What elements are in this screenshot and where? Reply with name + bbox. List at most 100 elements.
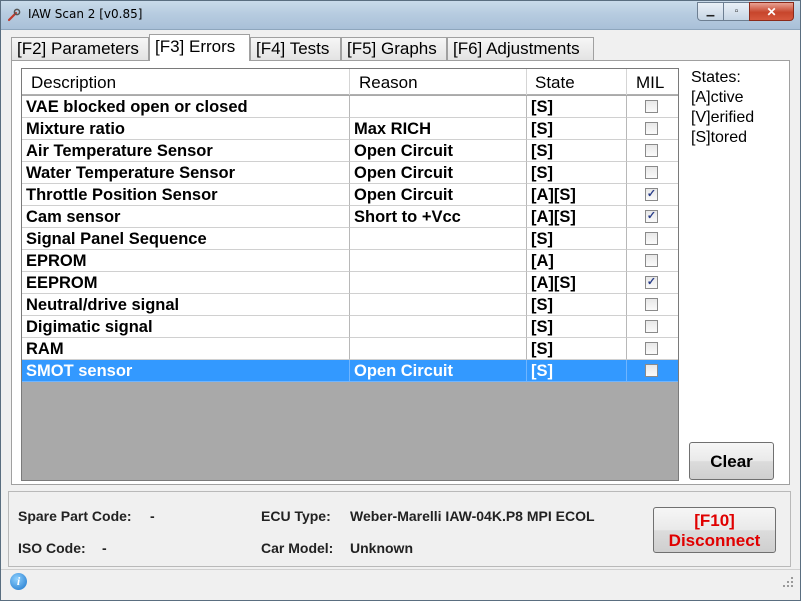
car-model-label: Car Model: — [261, 540, 334, 556]
cell-mil — [627, 118, 678, 140]
title-bar[interactable]: IAW Scan 2 [v0.85] ▁ ▫ ✕ — [1, 1, 800, 30]
status-bar: i — [1, 569, 800, 600]
cell-mil: ✓ — [627, 184, 678, 206]
mil-checkbox[interactable] — [645, 122, 658, 135]
disconnect-label: Disconnect — [668, 531, 761, 550]
table-row[interactable]: SMOT sensor Open Circuit [S] — [22, 360, 678, 382]
cell-description: Neutral/drive signal — [22, 294, 350, 316]
maximize-icon: ▫ — [734, 6, 739, 17]
cell-state: [A] — [527, 250, 627, 272]
iso-code-value: - — [102, 540, 107, 556]
iso-code-label: ISO Code: — [18, 540, 86, 556]
cell-reason: Open Circuit — [350, 162, 527, 184]
cell-mil: ✓ — [627, 206, 678, 228]
table-row[interactable]: Cam sensor Short to +Vcc [A][S] ✓ — [22, 206, 678, 228]
table-row[interactable]: Throttle Position Sensor Open Circuit [A][… — [22, 184, 678, 206]
info-icon[interactable]: i — [10, 573, 27, 590]
cell-reason: Open Circuit — [350, 140, 527, 162]
cell-mil — [627, 250, 678, 272]
cell-description: RAM — [22, 338, 350, 360]
table-row[interactable]: Signal Panel Sequence [S] — [22, 228, 678, 250]
cell-mil — [627, 294, 678, 316]
table-row[interactable]: VAE blocked open or closed [S] — [22, 96, 678, 118]
table-row[interactable]: Digimatic signal [S] — [22, 316, 678, 338]
cell-state: [S] — [527, 294, 627, 316]
mil-checkbox[interactable] — [645, 298, 658, 311]
app-wrench-icon — [7, 8, 21, 22]
column-header-description[interactable]: Description — [22, 69, 350, 95]
cell-description: Water Temperature Sensor — [22, 162, 350, 184]
cell-reason — [350, 228, 527, 250]
tab-graphs[interactable]: [F5] Graphs — [341, 37, 447, 60]
cell-reason: Open Circuit — [350, 184, 527, 206]
mil-checkbox[interactable] — [645, 166, 658, 179]
cell-mil: ✓ — [627, 272, 678, 294]
cell-description: Throttle Position Sensor — [22, 184, 350, 206]
mil-checkbox[interactable] — [645, 232, 658, 245]
mil-checkbox[interactable] — [645, 100, 658, 113]
check-icon: ✓ — [646, 210, 657, 222]
ecu-type-value: Weber-Marelli IAW-04K.P8 MPI ECOL — [350, 508, 595, 524]
column-header-state[interactable]: State — [527, 69, 627, 95]
table-row[interactable]: RAM [S] — [22, 338, 678, 360]
column-header-mil[interactable]: MIL — [627, 69, 678, 95]
cell-reason — [350, 96, 527, 118]
main-window: IAW Scan 2 [v0.85] ▁ ▫ ✕ [F2] Parameters… — [0, 0, 801, 601]
cell-mil — [627, 316, 678, 338]
cell-reason — [350, 338, 527, 360]
table-row[interactable]: Water Temperature Sensor Open Circuit [S] — [22, 162, 678, 184]
cell-description: Air Temperature Sensor — [22, 140, 350, 162]
tab-errors[interactable]: [F3] Errors — [149, 34, 250, 61]
close-icon: ✕ — [766, 4, 777, 19]
minimize-button[interactable]: ▁ — [697, 2, 723, 21]
cell-description: Mixture ratio — [22, 118, 350, 140]
table-row[interactable]: Mixture ratio Max RICH [S] — [22, 118, 678, 140]
ecu-info-panel: Spare Part Code: - ISO Code: - ECU Type:… — [8, 491, 791, 567]
legend-item-stored: [S]tored — [691, 129, 748, 146]
mil-checkbox[interactable] — [645, 254, 658, 267]
cell-mil — [627, 228, 678, 250]
cell-mil — [627, 96, 678, 118]
resize-grip-icon[interactable] — [782, 576, 794, 588]
mil-checkbox[interactable]: ✓ — [645, 188, 658, 201]
states-legend: States: [A]ctive [V]erified [S]tored — [691, 68, 754, 148]
mil-checkbox[interactable]: ✓ — [645, 276, 658, 289]
mil-checkbox[interactable] — [645, 144, 658, 157]
clear-button[interactable]: Clear — [689, 442, 774, 480]
table-row[interactable]: EPROM [A] — [22, 250, 678, 272]
cell-state: [S] — [527, 228, 627, 250]
mil-checkbox[interactable] — [645, 364, 658, 377]
legend-item-active: [A]ctive — [691, 89, 744, 106]
cell-reason — [350, 250, 527, 272]
cell-reason: Short to +Vcc — [350, 206, 527, 228]
car-model-value: Unknown — [350, 540, 413, 556]
table-row[interactable]: Air Temperature Sensor Open Circuit [S] — [22, 140, 678, 162]
maximize-button[interactable]: ▫ — [723, 2, 749, 21]
mil-checkbox[interactable] — [645, 320, 658, 333]
table-row[interactable]: EEPROM [A][S] ✓ — [22, 272, 678, 294]
cell-state: [S] — [527, 338, 627, 360]
cell-description: EPROM — [22, 250, 350, 272]
cell-state: [A][S] — [527, 184, 627, 206]
cell-mil — [627, 140, 678, 162]
cell-description: Digimatic signal — [22, 316, 350, 338]
cell-state: [S] — [527, 140, 627, 162]
mil-checkbox[interactable]: ✓ — [645, 210, 658, 223]
column-header-reason[interactable]: Reason — [350, 69, 527, 95]
tab-adjustments[interactable]: [F6] Adjustments — [447, 37, 594, 60]
disconnect-button[interactable]: [F10] Disconnect — [653, 507, 776, 553]
tab-parameters[interactable]: [F2] Parameters — [11, 37, 149, 60]
grid-header: Description Reason State MIL — [22, 69, 678, 95]
ecu-type-label: ECU Type: — [261, 508, 331, 524]
errors-grid[interactable]: Description Reason State MIL VAE blocked… — [21, 68, 679, 481]
cell-description: Cam sensor — [22, 206, 350, 228]
mil-checkbox[interactable] — [645, 342, 658, 355]
cell-state: [A][S] — [527, 272, 627, 294]
cell-state: [S] — [527, 96, 627, 118]
cell-mil — [627, 338, 678, 360]
tab-tests[interactable]: [F4] Tests — [250, 37, 341, 60]
table-row[interactable]: Neutral/drive signal [S] — [22, 294, 678, 316]
window-title: IAW Scan 2 [v0.85] — [28, 7, 143, 21]
close-button[interactable]: ✕ — [749, 2, 794, 21]
spare-part-value: - — [150, 508, 155, 524]
